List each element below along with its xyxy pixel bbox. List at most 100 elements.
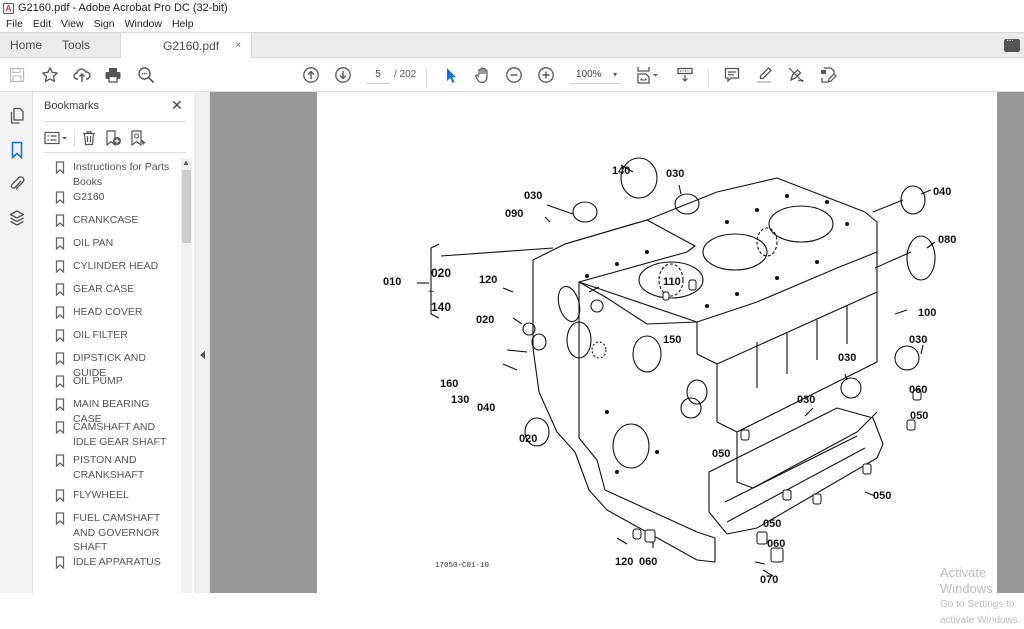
bookmark-item[interactable]: OIL FILTER xyxy=(43,328,179,347)
bookmark-item[interactable]: FUEL CAMSHAFT AND GOVERNOR SHAFT xyxy=(43,511,179,555)
bookmark-item[interactable]: G2160 xyxy=(43,190,179,209)
bookmark-item[interactable]: HEAD COVER xyxy=(43,305,179,324)
menu-file[interactable]: File xyxy=(6,18,23,30)
select-tool-button[interactable] xyxy=(441,65,461,85)
bookmark-options-button[interactable] xyxy=(44,129,68,147)
new-bookmark-button[interactable] xyxy=(105,129,123,147)
hand-tool-icon xyxy=(475,67,488,84)
bookmark-star-button[interactable] xyxy=(40,65,60,85)
bookmark-item[interactable]: GEAR CASE xyxy=(43,282,179,301)
toolbar-divider xyxy=(708,68,709,88)
zoom-out-icon xyxy=(506,67,522,83)
panel-collapse-strip[interactable] xyxy=(196,92,210,593)
activate-windows-title: Activate Windows xyxy=(940,565,993,596)
menu-view[interactable]: View xyxy=(61,18,84,30)
bookmark-item[interactable]: OIL PUMP xyxy=(43,374,179,393)
hand-tool-button[interactable] xyxy=(473,65,493,85)
menu-help[interactable]: Help xyxy=(172,18,194,30)
previous-page-button[interactable] xyxy=(301,65,321,85)
delete-bookmark-button[interactable] xyxy=(81,129,97,147)
attachments-button[interactable] xyxy=(7,174,27,194)
keyboard-button[interactable] xyxy=(675,65,695,85)
next-page-button[interactable] xyxy=(333,65,353,85)
bookmark-item[interactable]: OIL PAN xyxy=(43,236,179,255)
tab-tools[interactable]: Tools xyxy=(52,33,100,57)
save-button[interactable] xyxy=(7,65,27,85)
bookmark-item[interactable]: PISTON AND CRANKSHAFT xyxy=(43,453,179,482)
layers-button[interactable] xyxy=(7,208,27,228)
figure-id: 17050-C01-10 xyxy=(435,562,490,570)
callout-label: 060 xyxy=(767,538,786,550)
zoom-in-icon xyxy=(538,67,554,83)
callout-label: 160 xyxy=(440,378,459,390)
menu-sign[interactable]: Sign xyxy=(94,18,115,30)
print-button[interactable] xyxy=(103,65,123,85)
tab-home[interactable]: Home xyxy=(0,33,52,57)
chevron-down-icon: ▾ xyxy=(612,70,617,79)
page-number-input[interactable]: 5 xyxy=(367,66,389,84)
divider xyxy=(43,121,186,122)
bookmark-icon xyxy=(55,489,69,507)
tab-document[interactable]: G2160.pdf × xyxy=(120,33,253,58)
upload-button[interactable] xyxy=(72,65,92,85)
bookmarks-scrollbar[interactable]: ▲ xyxy=(181,158,192,593)
bookmark-label: PISTON AND CRANKSHAFT xyxy=(73,454,145,481)
bookmark-label: OIL PAN xyxy=(73,237,114,249)
find-button[interactable] xyxy=(136,65,156,85)
save-icon xyxy=(9,67,25,83)
document-viewport[interactable]: 010 020 ~ 140 030 090 140 030 040 080 12… xyxy=(210,92,1024,593)
bookmark-properties-button[interactable] xyxy=(130,129,148,147)
callout-label: 030 xyxy=(797,394,816,406)
chat-icon[interactable] xyxy=(1004,35,1020,52)
bookmark-icon xyxy=(55,283,69,301)
comment-button[interactable] xyxy=(722,65,742,85)
zoom-out-button[interactable] xyxy=(504,65,524,85)
bookmark-item[interactable]: CYLINDER HEAD xyxy=(43,259,179,278)
toolbar-divider xyxy=(426,68,427,88)
bookmark-icon xyxy=(55,161,69,189)
callout-label: 070 xyxy=(760,574,779,586)
layers-icon xyxy=(9,210,25,226)
fill-sign-button[interactable] xyxy=(818,65,838,85)
close-panel-button[interactable]: ✕ xyxy=(171,98,183,112)
callout-label: 050 xyxy=(712,448,731,460)
callout-label: 060 xyxy=(639,556,658,568)
tab-bar: Home Tools G2160.pdf × xyxy=(0,32,1024,58)
menu-edit[interactable]: Edit xyxy=(33,18,51,30)
collapse-left-icon[interactable] xyxy=(200,351,205,359)
sign-icon xyxy=(788,67,804,83)
find-icon xyxy=(138,67,155,84)
title-bar: A G2160.pdf - Adobe Acrobat Pro DC (32-b… xyxy=(0,0,1024,16)
bookmark-label: CRANKCASE xyxy=(73,214,139,226)
close-tab-button[interactable]: × xyxy=(235,40,241,51)
bookmark-label: HEAD COVER xyxy=(73,306,143,318)
bookmark-item[interactable]: CAMSHAFT AND IDLE GEAR SHAFT xyxy=(43,420,179,449)
zoom-level-select[interactable]: 100% ▾ xyxy=(570,66,620,84)
activate-windows-subtitle: Go to Settings to activate Windows. xyxy=(940,599,1021,626)
bookmark-item[interactable]: IDLE APPARATUS xyxy=(43,555,179,574)
bookmark-item[interactable]: CRANKCASE xyxy=(43,213,179,232)
bookmark-item[interactable]: Instructions for Parts Books xyxy=(43,160,179,189)
scrollbar-thumb[interactable] xyxy=(182,170,191,243)
page-fit-button[interactable] xyxy=(634,65,662,85)
bookmark-item[interactable]: FLYWHEEL xyxy=(43,488,179,507)
trash-icon xyxy=(83,131,95,146)
page-thumbnails-button[interactable] xyxy=(7,106,27,126)
bookmark-label: FLYWHEEL xyxy=(73,489,129,501)
zoom-in-button[interactable] xyxy=(536,65,556,85)
sign-button[interactable] xyxy=(786,65,806,85)
star-icon xyxy=(42,67,58,83)
callout-label: 030 xyxy=(666,168,685,180)
bookmark-label: IDLE APPARATUS xyxy=(73,556,161,568)
callout-label: 050 xyxy=(873,490,892,502)
menu-window[interactable]: Window xyxy=(125,18,162,30)
print-icon xyxy=(105,68,121,83)
highlight-button[interactable] xyxy=(754,65,774,85)
callout-label: 040 xyxy=(477,402,496,414)
callout-label: 040 xyxy=(933,186,952,198)
select-cursor-icon xyxy=(447,68,456,83)
callout-label: 100 xyxy=(918,307,937,319)
scroll-up-icon[interactable]: ▲ xyxy=(182,158,190,167)
bookmarks-button[interactable] xyxy=(7,140,27,160)
bookmark-label: OIL FILTER xyxy=(73,329,128,341)
